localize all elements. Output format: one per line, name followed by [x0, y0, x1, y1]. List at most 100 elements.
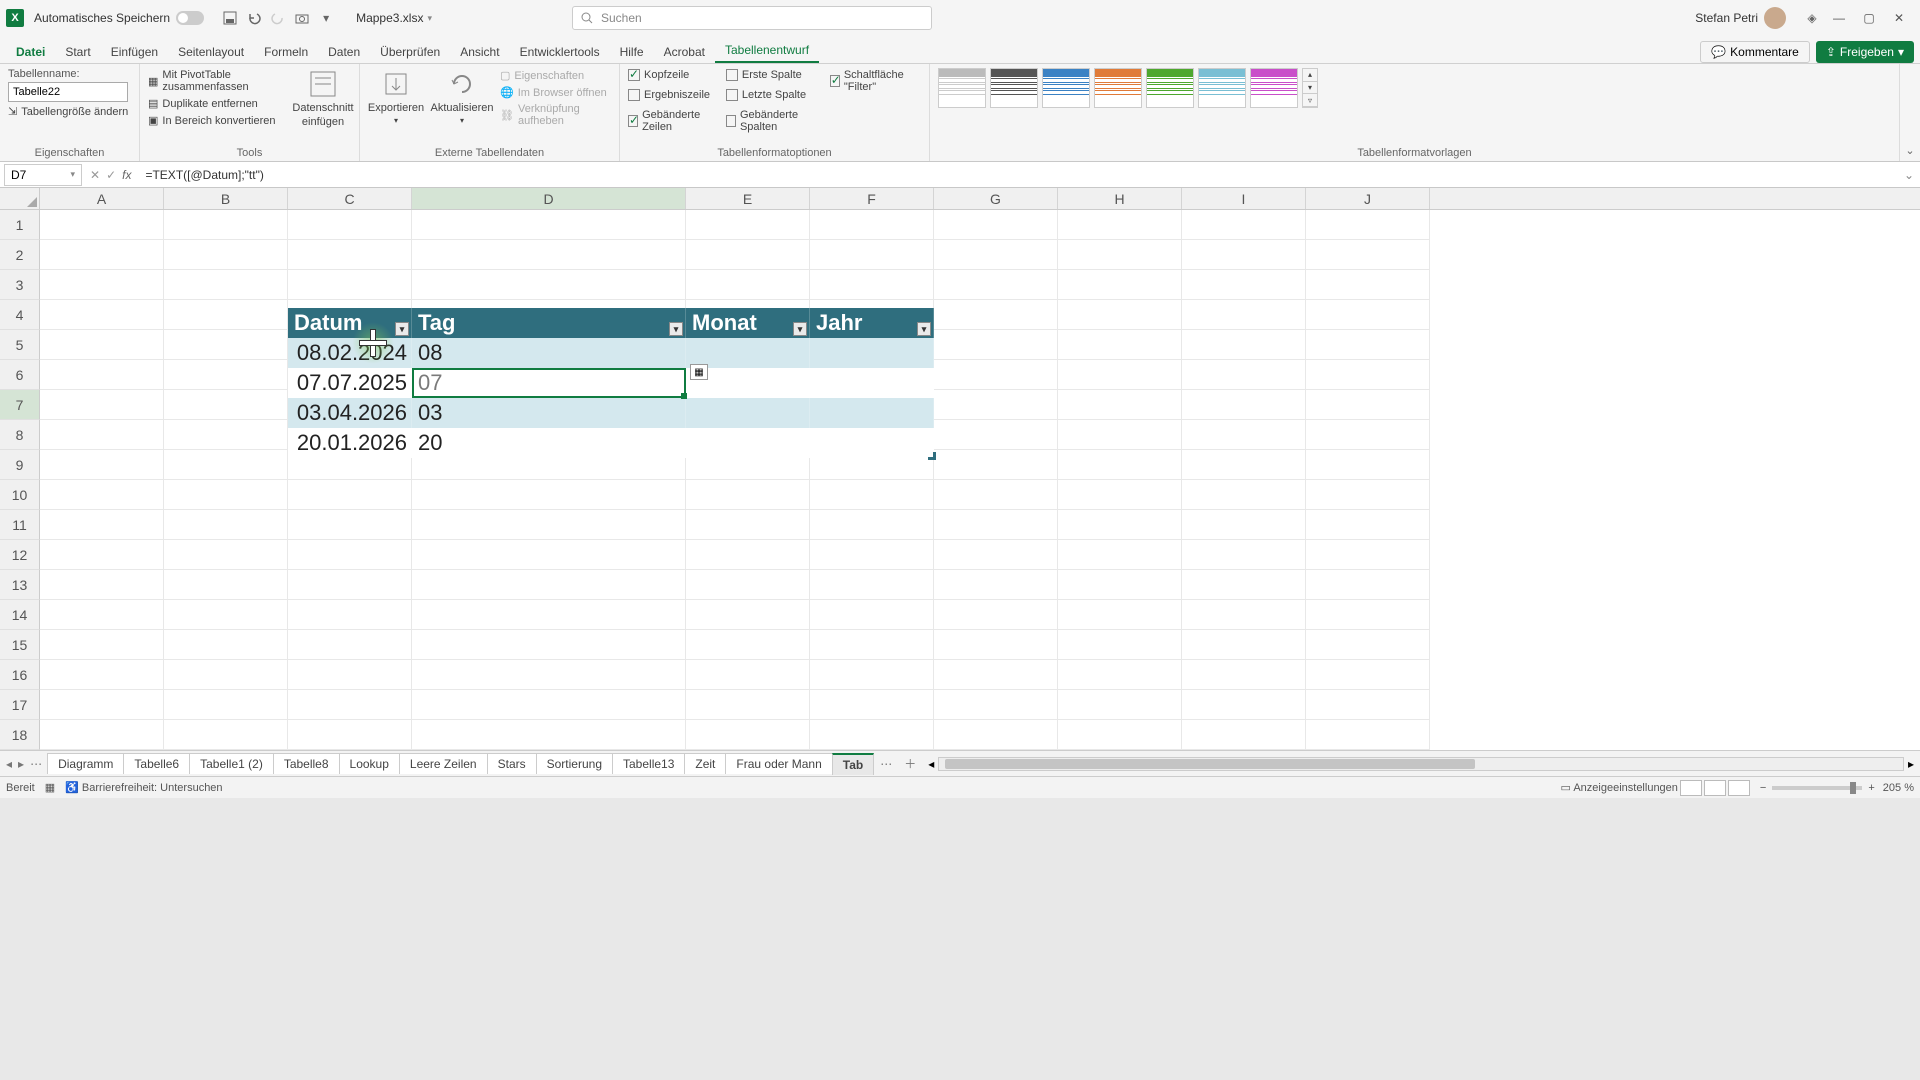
fx-icon[interactable]: fx	[122, 168, 131, 182]
col-header-h[interactable]: H	[1058, 188, 1182, 209]
save-icon[interactable]	[220, 8, 240, 28]
cell-c6[interactable]: 08.02.2024	[288, 338, 412, 368]
cell[interactable]	[1058, 540, 1182, 570]
cell[interactable]	[40, 690, 164, 720]
cell-d9[interactable]: 20	[412, 428, 686, 458]
sheet-tab-active[interactable]: Tab	[832, 753, 874, 775]
table-resize-handle[interactable]	[928, 452, 936, 460]
tab-view[interactable]: Ansicht	[450, 40, 509, 63]
formula-input[interactable]: =TEXT([@Datum];"tt")	[139, 166, 1897, 184]
cell[interactable]	[412, 720, 686, 750]
cell[interactable]	[164, 240, 288, 270]
close-button[interactable]: ✕	[1884, 4, 1914, 32]
cell[interactable]	[412, 480, 686, 510]
cell[interactable]	[934, 540, 1058, 570]
minimize-button[interactable]: —	[1824, 4, 1854, 32]
refresh-button[interactable]: Aktualisieren▾	[434, 68, 490, 125]
opt-last-col[interactable]: Letzte Spalte	[726, 88, 820, 102]
row-header[interactable]: 8	[0, 420, 40, 450]
cell[interactable]	[412, 540, 686, 570]
cell[interactable]	[934, 720, 1058, 750]
col-header-g[interactable]: G	[934, 188, 1058, 209]
cell[interactable]	[1182, 390, 1306, 420]
filter-icon[interactable]: ▾	[669, 322, 683, 336]
cell[interactable]	[1306, 630, 1430, 660]
cell[interactable]	[40, 360, 164, 390]
cell[interactable]	[1182, 720, 1306, 750]
cell[interactable]	[810, 570, 934, 600]
cell[interactable]	[1306, 480, 1430, 510]
display-settings[interactable]: ▭ Anzeigeeinstellungen	[1560, 781, 1677, 794]
cell[interactable]	[686, 600, 810, 630]
cell[interactable]	[934, 660, 1058, 690]
tab-start[interactable]: Start	[55, 40, 100, 63]
cell[interactable]	[40, 390, 164, 420]
cell[interactable]	[40, 720, 164, 750]
col-header-d[interactable]: D	[412, 188, 686, 209]
view-normal-icon[interactable]	[1680, 780, 1702, 796]
cell[interactable]	[1306, 540, 1430, 570]
cell[interactable]	[1306, 660, 1430, 690]
cell[interactable]	[412, 240, 686, 270]
cell[interactable]	[810, 540, 934, 570]
cell[interactable]	[934, 420, 1058, 450]
cell[interactable]	[1058, 480, 1182, 510]
row-header[interactable]: 5	[0, 330, 40, 360]
tab-acrobat[interactable]: Acrobat	[654, 40, 715, 63]
cell[interactable]	[1306, 690, 1430, 720]
zoom-slider[interactable]	[1772, 786, 1862, 790]
cell[interactable]	[164, 570, 288, 600]
tab-file[interactable]: Datei	[6, 40, 55, 63]
camera-icon[interactable]	[292, 8, 312, 28]
maximize-button[interactable]: ▢	[1854, 4, 1884, 32]
cell[interactable]	[934, 210, 1058, 240]
cell[interactable]	[40, 450, 164, 480]
cell-d8[interactable]: 03	[412, 398, 686, 428]
cell[interactable]	[1306, 270, 1430, 300]
hscroll-left-icon[interactable]: ◂	[928, 757, 934, 771]
cell[interactable]	[1182, 630, 1306, 660]
cell[interactable]	[810, 240, 934, 270]
sheet-tab[interactable]: Tabelle13	[612, 753, 685, 774]
zoom-out-icon[interactable]: −	[1760, 782, 1766, 794]
row-header[interactable]: 13	[0, 570, 40, 600]
cell[interactable]	[164, 600, 288, 630]
cell-c9[interactable]: 20.01.2026	[288, 428, 412, 458]
cell[interactable]	[412, 510, 686, 540]
cell[interactable]	[40, 540, 164, 570]
row-header[interactable]: 15	[0, 630, 40, 660]
cell[interactable]	[686, 210, 810, 240]
cell-f9[interactable]	[810, 428, 934, 458]
cell[interactable]	[1182, 660, 1306, 690]
cell[interactable]	[1182, 570, 1306, 600]
view-pagelayout-icon[interactable]	[1704, 780, 1726, 796]
cell[interactable]	[1182, 330, 1306, 360]
sheet-next-icon[interactable]: ▸	[18, 757, 24, 771]
cell[interactable]	[1058, 570, 1182, 600]
cell[interactable]	[1182, 600, 1306, 630]
cell[interactable]	[934, 510, 1058, 540]
cell[interactable]	[934, 240, 1058, 270]
row-header[interactable]: 7	[0, 390, 40, 420]
cell-c7[interactable]: 07.07.2025	[288, 368, 412, 398]
cell[interactable]	[686, 480, 810, 510]
filter-icon[interactable]: ▾	[917, 322, 931, 336]
sheet-prev-icon[interactable]: ◂	[6, 757, 12, 771]
cell[interactable]	[1306, 720, 1430, 750]
cell[interactable]	[686, 510, 810, 540]
cell[interactable]	[164, 390, 288, 420]
cell[interactable]	[1182, 270, 1306, 300]
cell[interactable]	[810, 480, 934, 510]
sheet-tab[interactable]: Stars	[487, 753, 537, 774]
cell[interactable]	[1058, 630, 1182, 660]
tab-help[interactable]: Hilfe	[610, 40, 654, 63]
cell[interactable]	[1182, 360, 1306, 390]
filename[interactable]: Mappe3.xlsx▾	[356, 11, 432, 25]
row-header[interactable]: 11	[0, 510, 40, 540]
row-header[interactable]: 6	[0, 360, 40, 390]
cell[interactable]	[1058, 360, 1182, 390]
cell[interactable]	[1058, 210, 1182, 240]
cell[interactable]	[1182, 540, 1306, 570]
worksheet-grid[interactable]: A B C D E F G H I J /* rows rendered bel…	[0, 188, 1920, 750]
cell[interactable]	[40, 300, 164, 330]
